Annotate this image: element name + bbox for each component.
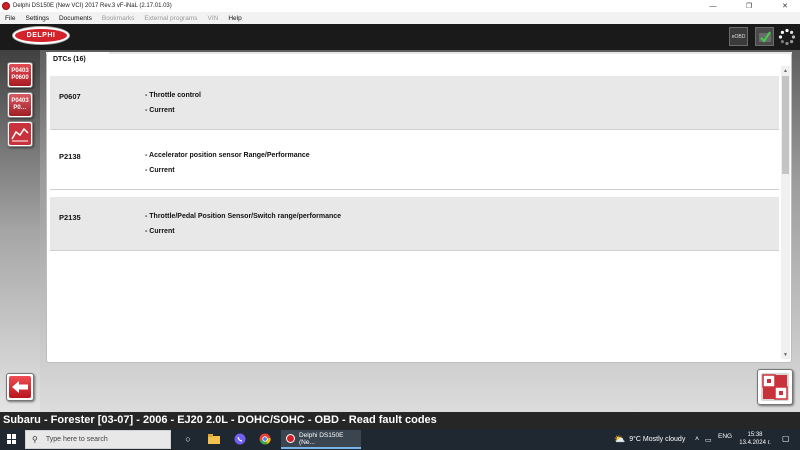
dtc-code: P2135 xyxy=(59,213,81,222)
dtc-details: - Accelerator position sensor Range/Perf… xyxy=(145,148,310,178)
active-task-delphi[interactable]: Delphi DS150E (Ne... xyxy=(281,430,361,449)
dtc-row[interactable]: P2135 - Throttle/Pedal Position Sensor/S… xyxy=(50,197,779,251)
weather-widget[interactable]: ⛅ 9°C Mostly cloudy xyxy=(614,433,685,446)
read-dtc-code-2: P0600 xyxy=(11,75,29,81)
vehicle-status-line: Subaru - Forester [03-07] - 2006 - EJ20 … xyxy=(0,412,800,429)
vertical-scrollbar[interactable]: ▲ ▼ xyxy=(781,66,790,359)
search-icon: ⚲ xyxy=(32,435,38,444)
dtc-row[interactable]: P0607 - Throttle control - Current xyxy=(50,76,779,130)
dtc-status: - Current xyxy=(145,107,175,114)
menu-bar: File Settings Documents Bookmarks Extern… xyxy=(0,12,800,24)
menu-documents[interactable]: Documents xyxy=(54,15,97,22)
menu-vin[interactable]: VIN xyxy=(202,15,223,22)
scroll-down-icon[interactable]: ▼ xyxy=(781,350,790,359)
dtc-description: - Throttle/Pedal Position Sensor/Switch … xyxy=(145,213,342,220)
report-icon xyxy=(762,374,788,400)
network-icon[interactable]: ▭ xyxy=(705,433,712,446)
dtc-row[interactable]: P2138 - Accelerator position sensor Rang… xyxy=(50,136,779,190)
eobd-button[interactable]: eOBD xyxy=(729,27,748,46)
loading-spinner-icon xyxy=(777,27,796,46)
report-button[interactable] xyxy=(757,369,793,405)
back-button[interactable] xyxy=(6,373,34,401)
notification-icon[interactable]: ▢ xyxy=(782,434,790,443)
erase-dtc-code-2: P0… xyxy=(13,105,27,111)
connection-status-icon[interactable] xyxy=(755,27,774,46)
title-bar: Delphi DS150E (New VCI) 2017 Rev.3 vF-iN… xyxy=(0,0,800,12)
erase-dtc-code-1: P0403 xyxy=(11,98,29,104)
menu-file[interactable]: File xyxy=(0,15,20,22)
search-placeholder: Type here to search xyxy=(45,436,108,443)
delphi-logo: DELPHI xyxy=(13,27,69,44)
dtc-status: - Current xyxy=(145,167,175,174)
windows-start-icon[interactable] xyxy=(7,434,17,444)
dtc-description: - Accelerator position sensor Range/Perf… xyxy=(145,152,310,159)
tray-chevron-icon[interactable]: ˄ xyxy=(695,433,699,446)
menu-help[interactable]: Help xyxy=(223,15,246,22)
panel-top-border xyxy=(46,52,792,54)
weather-text: 9°C Mostly cloudy xyxy=(629,436,686,443)
dtc-description: - Throttle control xyxy=(145,92,201,99)
file-explorer-icon[interactable] xyxy=(207,432,221,446)
close-button[interactable]: ✕ xyxy=(772,0,798,12)
clock-time: 15:38 xyxy=(747,432,763,438)
read-dtc-button[interactable]: P0403 P0600 xyxy=(7,62,33,88)
app-icon xyxy=(2,2,10,10)
dtc-code: P0607 xyxy=(59,92,81,101)
eobd-label: eOBD xyxy=(731,33,746,40)
system-clock[interactable]: 15:38 13.4.2024 г. xyxy=(735,431,775,447)
scrollbar-thumb[interactable] xyxy=(782,76,789,174)
dtc-status: - Current xyxy=(145,228,175,235)
taskbar-search[interactable]: ⚲ Type here to search xyxy=(25,430,171,449)
scroll-up-icon[interactable]: ▲ xyxy=(781,66,790,75)
live-data-button[interactable] xyxy=(7,121,33,147)
language-indicator[interactable]: ENG xyxy=(718,433,732,440)
dtc-code: P2138 xyxy=(59,152,81,161)
menu-external-programs[interactable]: External programs xyxy=(139,15,202,22)
graph-icon xyxy=(11,127,29,142)
read-dtc-code-1: P0403 xyxy=(11,68,29,74)
taskbar: ⚲ Type here to search ○ Delphi DS150E (N… xyxy=(0,429,800,450)
back-arrow-icon xyxy=(12,381,28,393)
viber-icon[interactable] xyxy=(233,432,247,446)
dtc-details: - Throttle control - Current xyxy=(145,88,201,118)
chrome-icon[interactable] xyxy=(258,432,272,446)
task-view-icon[interactable]: ○ xyxy=(181,432,195,446)
delphi-app-icon xyxy=(286,434,295,443)
app-header: DELPHI eOBD xyxy=(0,24,800,50)
clock-date: 13.4.2024 г. xyxy=(739,440,771,446)
dtc-list: P0607 - Throttle control - Current P2138… xyxy=(50,72,781,359)
active-task-label: Delphi DS150E (Ne... xyxy=(298,431,344,446)
maximize-button[interactable]: ❐ xyxy=(736,0,762,12)
window-title: Delphi DS150E (New VCI) 2017 Rev.3 vF-iN… xyxy=(13,3,172,9)
menu-settings[interactable]: Settings xyxy=(20,15,54,22)
minimize-button[interactable]: — xyxy=(700,0,726,12)
erase-dtc-button[interactable]: P0403 P0… xyxy=(7,92,33,118)
tab-dtcs[interactable]: DTCs (16) xyxy=(47,52,109,67)
cloud-sun-icon: ⛅ xyxy=(614,434,626,444)
menu-bookmarks[interactable]: Bookmarks xyxy=(97,15,140,22)
dtc-details: - Throttle/Pedal Position Sensor/Switch … xyxy=(145,209,341,239)
